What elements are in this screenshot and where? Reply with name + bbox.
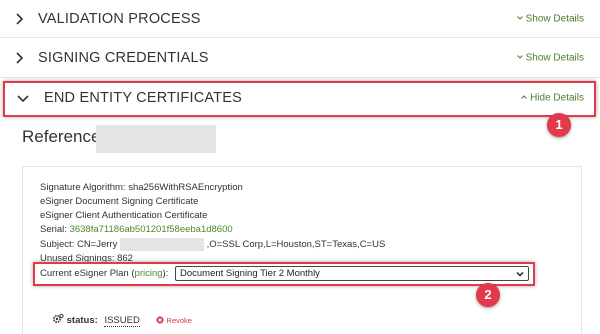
toggle-label: Show Details (525, 13, 584, 24)
accordion-title: VALIDATION PROCESS (38, 10, 201, 27)
subject-rest: ,O=SSL Corp,L=Houston,ST=Texas,C=US (206, 239, 386, 251)
highlight-box-end-entity (3, 81, 596, 117)
document-signing-cert-line: eSigner Document Signing Certificate (40, 196, 199, 207)
show-details-link[interactable]: Show Details (517, 13, 584, 24)
chevron-down-icon (517, 15, 523, 20)
accordion-validation-process[interactable]: VALIDATION PROCESS Show Details (0, 0, 600, 38)
reference-redacted (96, 125, 216, 153)
sig-alg-label: Signature Algorithm: (40, 182, 126, 193)
gear-icon (52, 313, 64, 324)
revoke-button[interactable]: Revoke (156, 316, 192, 325)
reference-label: Reference: (22, 127, 106, 146)
annotation-badge-2: 2 (476, 283, 500, 307)
signature-algorithm-line: Signature Algorithm: sha256WithRSAEncryp… (40, 182, 243, 193)
sig-alg-value: sha256WithRSAEncryption (128, 182, 243, 193)
serial-line: Serial: 3638fa71186ab501201f58eeba1d8600 (40, 224, 233, 235)
status-value: ISSUED (104, 315, 140, 327)
chevron-right-icon (16, 12, 24, 25)
close-circle-icon (156, 316, 165, 324)
show-details-link[interactable]: Show Details (517, 52, 584, 63)
accordion-signing-credentials[interactable]: SIGNING CREDENTIALS Show Details (0, 38, 600, 78)
chevron-right-icon (16, 51, 24, 64)
toggle-label: Show Details (525, 52, 584, 63)
status-row: status: ISSUED Revoke (52, 313, 192, 327)
accordion-title: SIGNING CREDENTIALS (38, 49, 209, 66)
subject-label: Subject: CN=Jerry (40, 239, 118, 251)
subject-redacted (120, 238, 204, 251)
subject-line: Subject: CN=Jerry ,O=SSL Corp,L=Houston,… (40, 238, 385, 251)
serial-value: 3638fa71186ab501201f58eeba1d8600 (69, 224, 233, 235)
status-label: status: (66, 315, 98, 326)
annotation-badge-1: 1 (547, 113, 571, 137)
client-auth-cert-line: eSigner Client Authentication Certificat… (40, 210, 208, 221)
revoke-label: Revoke (166, 316, 192, 325)
highlight-box-plan (33, 262, 535, 286)
serial-label: Serial: (40, 224, 67, 235)
chevron-down-icon (517, 54, 523, 59)
